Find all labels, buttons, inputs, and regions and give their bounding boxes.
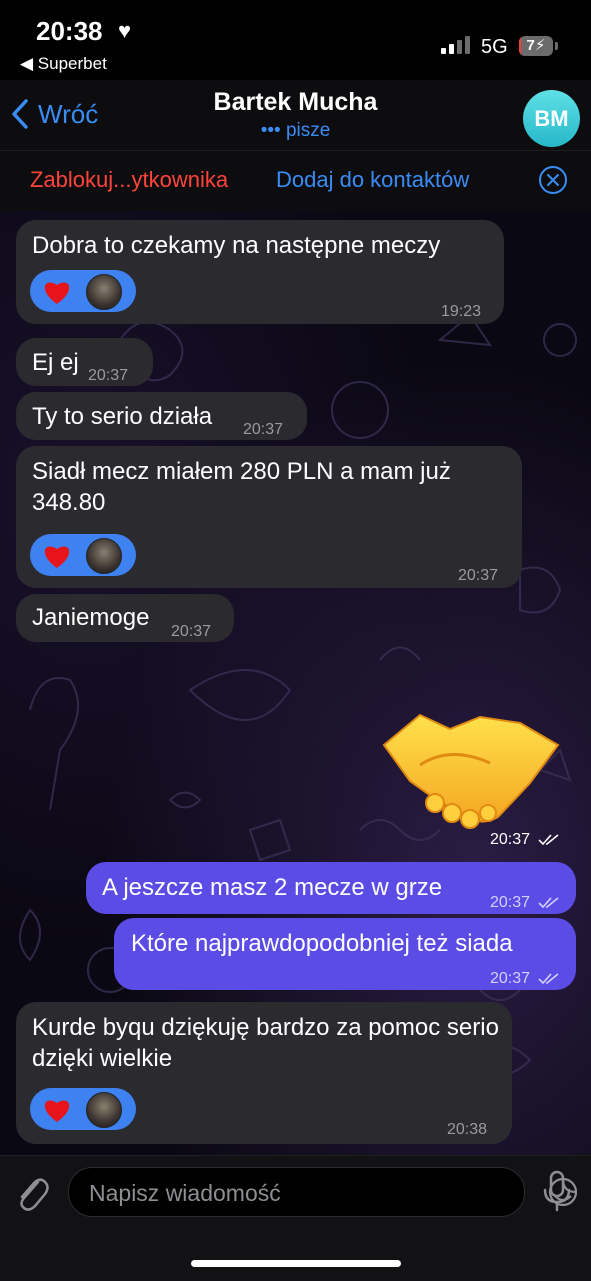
paperclip-icon[interactable] [14, 1172, 50, 1212]
message-bubble-outgoing[interactable]: A jeszcze masz 2 mecze w grze 20:37 [86, 862, 576, 914]
message-time: 19:23 [441, 303, 482, 320]
heart-reaction-icon [44, 1100, 70, 1122]
battery-tip [555, 42, 558, 50]
reactions-pill[interactable] [30, 270, 136, 312]
add-contact-button[interactable]: Dodaj do kontaktów [276, 167, 469, 193]
message-bubble-incoming[interactable]: Kurde byqu dziękuję bardzo za pomoc seri… [16, 1002, 512, 1144]
message-time: 20:37 [243, 421, 284, 438]
avatar[interactable]: BM [523, 90, 580, 147]
double-check-icon [537, 897, 559, 908]
message-bubble-incoming[interactable]: Ej ej 20:37 [16, 338, 153, 386]
heart-reaction-icon [44, 282, 70, 304]
message-time: 20:37 [490, 831, 531, 848]
message-text: Ej ej [32, 349, 79, 376]
message-time: 20:37 [88, 367, 129, 384]
heart-reaction-icon [44, 546, 70, 568]
message-input[interactable] [87, 1168, 471, 1218]
reactions-pill[interactable] [30, 534, 136, 576]
message-input-wrapper [68, 1167, 578, 1218]
heart-icon: ♥ [118, 18, 132, 43]
avatar-initials: BM [534, 105, 569, 131]
battery-level: 7⚡ [526, 37, 546, 54]
contact-name[interactable]: Bartek Mucha [0, 88, 591, 117]
reactions-pill[interactable] [30, 1088, 136, 1130]
status-time: 20:38 [36, 16, 103, 46]
typing-status: ••• pisze [260, 120, 331, 141]
home-indicator[interactable] [191, 1260, 401, 1267]
handshake-sticker[interactable] [380, 705, 562, 829]
block-user-button[interactable]: Zablokuj...ytkownika [30, 167, 228, 193]
reactor-avatar [86, 1092, 122, 1128]
double-check-icon [537, 834, 559, 845]
message-bubble-incoming[interactable]: Dobra to czekamy na następne meczy 19:23 [16, 220, 504, 324]
reactor-avatar [86, 538, 122, 574]
message-bubble-incoming[interactable]: Siadł mecz miałem 280 PLN a mam już 348.… [16, 446, 522, 588]
message-text: Siadł mecz miałem 280 PLN a mam już 348.… [32, 458, 451, 516]
message-time: 20:37 [171, 623, 212, 640]
message-text: A jeszcze masz 2 mecze w grze [102, 874, 443, 901]
message-time-status: 20:37 [490, 887, 560, 918]
message-text: Ty to serio działa [32, 403, 213, 430]
microphone-icon[interactable] [540, 1170, 574, 1212]
message-time-status: 20:37 [490, 963, 560, 994]
message-text: Które najprawdopodobniej też siada [131, 930, 513, 957]
close-icon[interactable] [538, 165, 568, 195]
message-time: 20:37 [458, 567, 499, 584]
message-time: 20:38 [447, 1121, 488, 1138]
message-text: Janiemoge [32, 604, 150, 631]
message-bubble-incoming[interactable]: Janiemoge 20:37 [16, 594, 234, 642]
chat-header: Wróć Bartek Mucha ••• pisze BM [0, 80, 591, 150]
double-check-icon [537, 973, 559, 984]
message-bubble-outgoing[interactable]: Które najprawdopodobniej też siada 20:37 [114, 918, 576, 990]
battery-icon: 7⚡ [519, 36, 553, 56]
status-bar: 20:38 ♥ ◀ Superbet 5G 7⚡ [0, 0, 591, 80]
message-time: 20:37 [490, 970, 531, 987]
compose-bar [0, 1155, 591, 1281]
message-text: Kurde byqu dziękuję bardzo za pomoc seri… [32, 1014, 499, 1072]
contact-action-bar: Zablokuj...ytkownika Dodaj do kontaktów [0, 150, 591, 211]
message-text: Dobra to czekamy na następne meczy [32, 232, 441, 259]
back-to-app-link[interactable]: ◀ Superbet [20, 54, 107, 74]
reactor-avatar [86, 274, 122, 310]
sticker-time: 20:37 [490, 831, 560, 849]
network-type: 5G [481, 36, 508, 58]
message-bubble-incoming[interactable]: Ty to serio działa 20:37 [16, 392, 307, 440]
message-time: 20:37 [490, 894, 531, 911]
